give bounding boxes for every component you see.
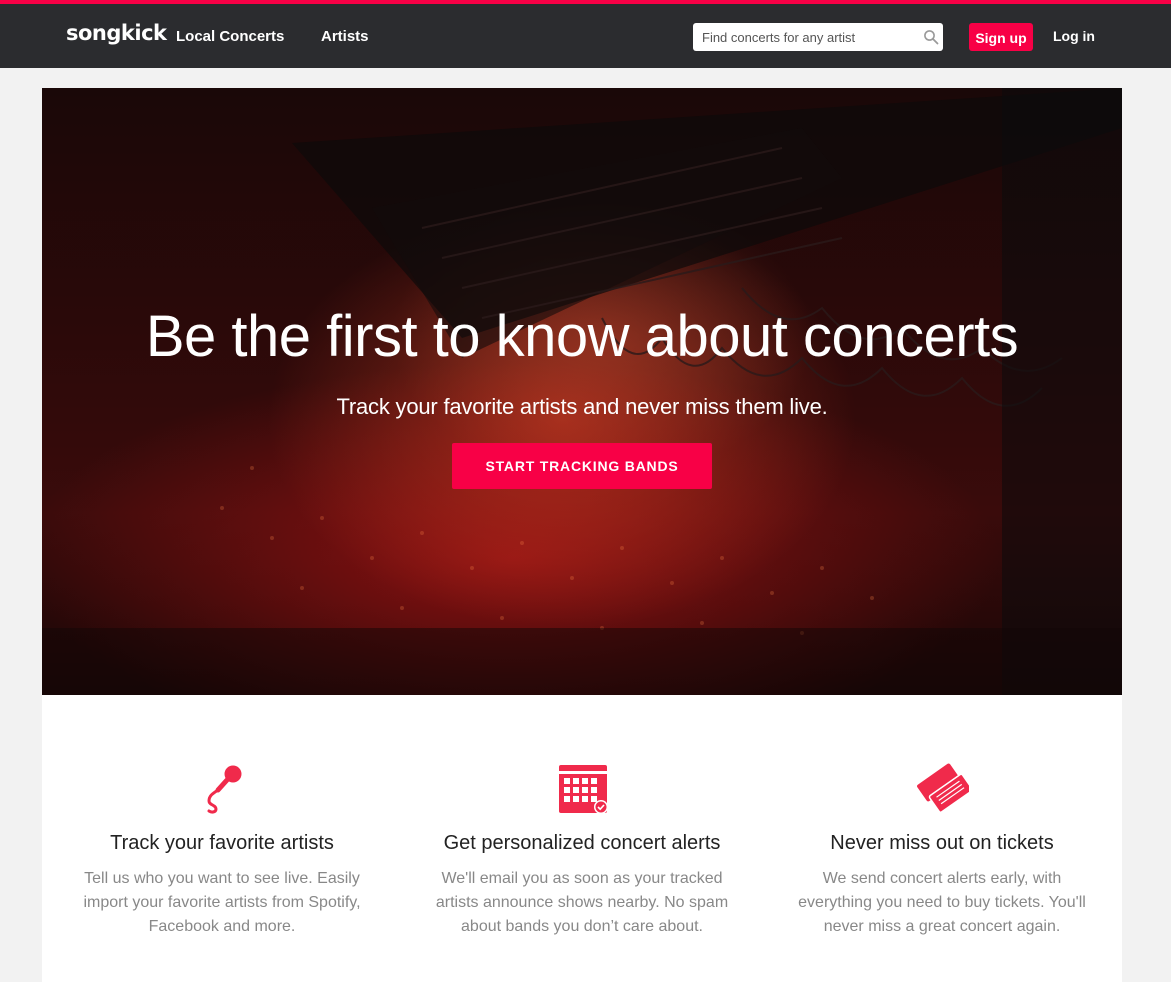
hero-subtitle: Track your favorite artists and never mi… — [336, 394, 828, 419]
hero-title: Be the first to know about concerts — [145, 304, 1019, 369]
songkick-logo[interactable]: songkick — [66, 21, 167, 45]
feature-description: We'll email you as soon as your tracked … — [435, 870, 729, 935]
calendar-icon — [559, 765, 608, 814]
tickets-icon — [917, 763, 969, 813]
features-section: Track your favorite artists Tell us who … — [42, 695, 1122, 982]
feature-title: Track your favorite artists — [110, 832, 334, 854]
nav-artists[interactable]: Artists — [321, 28, 369, 45]
search-input[interactable] — [693, 23, 913, 51]
navbar: songkick Local Concerts Artists Sign up … — [0, 4, 1171, 68]
feature-title: Get personalized concert alerts — [443, 832, 721, 854]
microphone-icon — [207, 765, 242, 814]
search-icon[interactable] — [923, 29, 939, 45]
concert-background-image — [42, 88, 1122, 695]
hero-banner: Be the first to know about concerts Trac… — [42, 88, 1122, 695]
start-tracking-button[interactable]: START TRACKING BANDS — [452, 443, 712, 489]
search-box — [693, 23, 943, 51]
nav-local-concerts[interactable]: Local Concerts — [176, 28, 284, 45]
feature-title: Never miss out on tickets — [830, 832, 1054, 854]
signup-button[interactable]: Sign up — [969, 23, 1033, 51]
feature-description: Tell us who you want to see live. Easily… — [83, 870, 361, 935]
feature-description: We send concert alerts early, with every… — [798, 870, 1086, 935]
login-link[interactable]: Log in — [1053, 28, 1095, 44]
